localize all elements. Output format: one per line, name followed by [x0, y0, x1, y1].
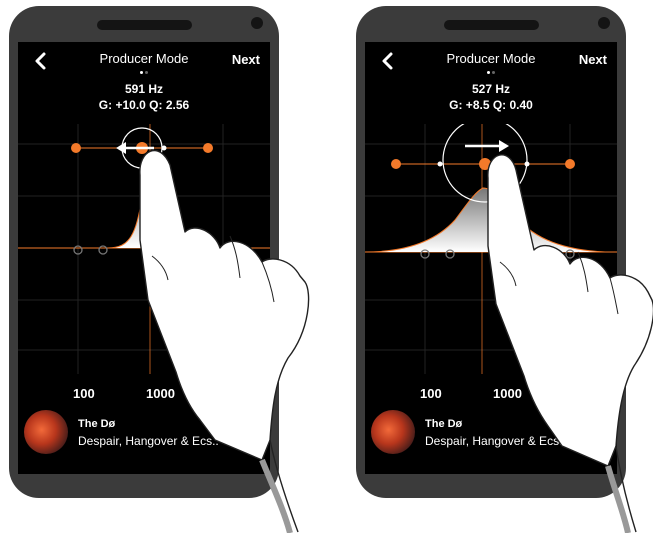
eq-graph[interactable]	[365, 124, 617, 374]
q-tick-left	[437, 161, 443, 167]
speaker-grille	[444, 20, 539, 30]
eq-grid	[18, 124, 270, 374]
page-indicator	[365, 70, 617, 74]
frequency-readout: 591 Hz	[124, 82, 164, 96]
now-playing-bar[interactable]: The Dø Despair, Hangover & Ecs..	[365, 402, 617, 474]
frequency-readout: 527 Hz	[471, 82, 511, 96]
band-node-active[interactable]	[479, 158, 491, 170]
album-art	[371, 410, 415, 454]
gain-q-readout: G: +8.5 Q: 0.40	[449, 98, 533, 112]
axis-label-100: 100	[73, 386, 95, 401]
album-title: Despair, Hangover & Ecs..	[425, 434, 566, 448]
q-handle-left[interactable]	[71, 143, 81, 153]
eq-curve-fill	[108, 166, 218, 248]
now-playing-bar[interactable]: The Dø Despair, Hangover & Ecs..	[18, 402, 270, 474]
axis-label-1000: 1000	[493, 386, 522, 401]
page-indicator	[18, 70, 270, 74]
arrow-right-icon	[465, 140, 509, 152]
speaker-grille	[97, 20, 192, 30]
screen-right: Producer Mode Next 527 Hz G: +8.5 Q: 0.4…	[365, 42, 617, 474]
eq-graph[interactable]	[18, 124, 270, 374]
q-handle-right[interactable]	[203, 143, 213, 153]
axis-label-1000: 1000	[146, 386, 175, 401]
screen-left: Producer Mode Next 591 Hz G: +10.0 Q: 2.…	[18, 42, 270, 474]
album-title: Despair, Hangover & Ecs..	[78, 434, 219, 448]
top-bar: Producer Mode Next	[18, 42, 270, 78]
next-button[interactable]: Next	[579, 52, 607, 67]
next-button[interactable]: Next	[232, 52, 260, 67]
phone-right: Producer Mode Next 527 Hz G: +8.5 Q: 0.4…	[356, 6, 626, 498]
artist-name: The Dø	[78, 418, 116, 430]
front-camera	[251, 17, 263, 29]
phone-left: Producer Mode Next 591 Hz G: +10.0 Q: 2.…	[9, 6, 279, 498]
front-camera	[598, 17, 610, 29]
q-handle-left[interactable]	[391, 159, 401, 169]
eq-curve-fill	[365, 188, 605, 252]
axis-label-100: 100	[420, 386, 442, 401]
artist-name: The Dø	[425, 418, 463, 430]
q-handle-right[interactable]	[565, 159, 575, 169]
band-node-2[interactable]	[98, 245, 108, 255]
top-bar: Producer Mode Next	[365, 42, 617, 78]
gain-q-readout: G: +10.0 Q: 2.56	[98, 98, 190, 112]
album-art	[24, 410, 68, 454]
